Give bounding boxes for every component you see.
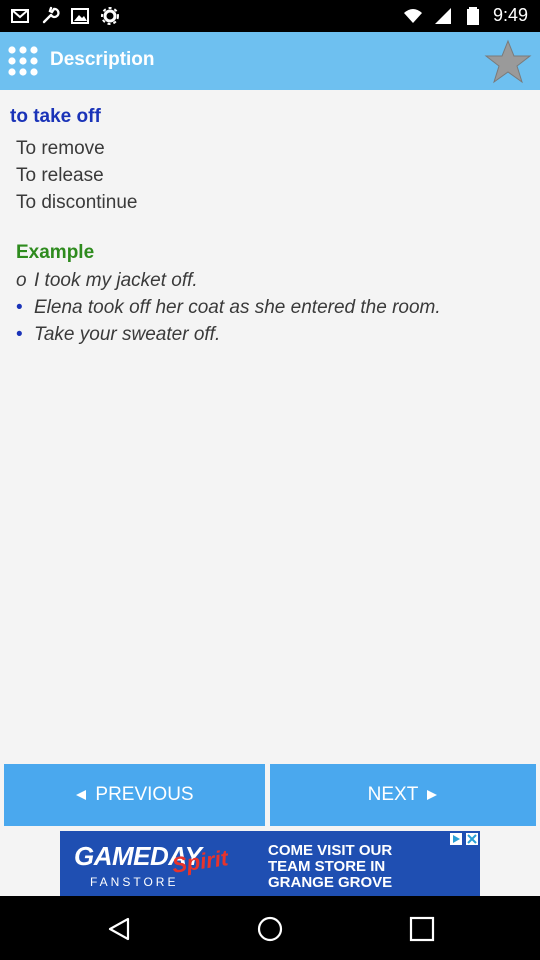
example-bullet: • bbox=[16, 297, 23, 318]
home-icon[interactable] bbox=[257, 916, 283, 942]
ad-info-icon[interactable] bbox=[450, 833, 462, 845]
example-bullet: • bbox=[16, 324, 23, 345]
grid-menu-icon[interactable] bbox=[6, 44, 40, 78]
ad-text: COME VISIT OUR TEAM STORE IN GRANGE GROV… bbox=[268, 843, 478, 891]
example-item: • Elena took off her coat as she entered… bbox=[16, 294, 441, 321]
back-icon[interactable] bbox=[106, 916, 132, 942]
mail-icon bbox=[11, 9, 29, 23]
previous-button-label: PREVIOUS bbox=[95, 784, 194, 805]
wifi-icon bbox=[403, 8, 422, 23]
triangle-left-icon bbox=[76, 790, 87, 800]
meaning-item: To release bbox=[16, 165, 104, 186]
ad-logo: GAMEDAY Spirit FANSTORE bbox=[68, 835, 258, 893]
star-icon[interactable] bbox=[484, 38, 532, 86]
example-text: Take your sweater off. bbox=[34, 324, 221, 345]
battery-icon bbox=[466, 6, 479, 25]
term-heading: to take off bbox=[10, 106, 101, 127]
system-nav-bar bbox=[0, 896, 540, 960]
gear-icon bbox=[101, 7, 119, 25]
meaning-item: To discontinue bbox=[16, 192, 138, 213]
description-content: to take off To remove To release To disc… bbox=[0, 90, 540, 760]
status-bar: 9:49 bbox=[0, 0, 540, 32]
page-title: Description bbox=[50, 49, 155, 70]
meaning-item: To remove bbox=[16, 138, 105, 159]
app-bar: Description bbox=[0, 32, 540, 90]
example-text: Elena took off her coat as she entered t… bbox=[34, 297, 441, 318]
next-button-label: NEXT bbox=[367, 784, 419, 805]
ad-brand-sub: FANSTORE bbox=[90, 875, 179, 889]
recent-apps-icon[interactable] bbox=[409, 916, 435, 942]
notification-icons bbox=[10, 6, 120, 26]
example-text: I took my jacket off. bbox=[34, 270, 198, 291]
ad-line: COME VISIT OUR bbox=[268, 842, 393, 859]
triangle-right-icon bbox=[427, 790, 438, 800]
ad-area: GAMEDAY Spirit FANSTORE COME VISIT OUR T… bbox=[0, 826, 540, 897]
signal-icon bbox=[434, 7, 451, 24]
status-time: 9:49 bbox=[492, 5, 528, 25]
example-item: o I took my jacket off. bbox=[16, 267, 441, 294]
example-item: • Take your sweater off. bbox=[16, 321, 441, 348]
next-button[interactable]: NEXT bbox=[270, 764, 536, 826]
system-status-icons: 9:49 bbox=[403, 5, 528, 26]
example-heading: Example bbox=[16, 242, 95, 263]
ad-line: GRANGE GROVE bbox=[268, 874, 393, 891]
example-bullet: o bbox=[16, 270, 27, 291]
image-icon bbox=[71, 8, 89, 24]
ad-close-icon[interactable] bbox=[466, 833, 478, 845]
wrench-icon bbox=[42, 6, 60, 24]
ad-banner[interactable]: GAMEDAY Spirit FANSTORE COME VISIT OUR T… bbox=[60, 831, 480, 897]
meanings-list: To remove To release To discontinue bbox=[16, 135, 137, 216]
examples-list: o I took my jacket off. • Elena took off… bbox=[16, 267, 441, 348]
previous-button[interactable]: PREVIOUS bbox=[4, 764, 265, 826]
ad-line: TEAM STORE IN bbox=[268, 858, 386, 875]
